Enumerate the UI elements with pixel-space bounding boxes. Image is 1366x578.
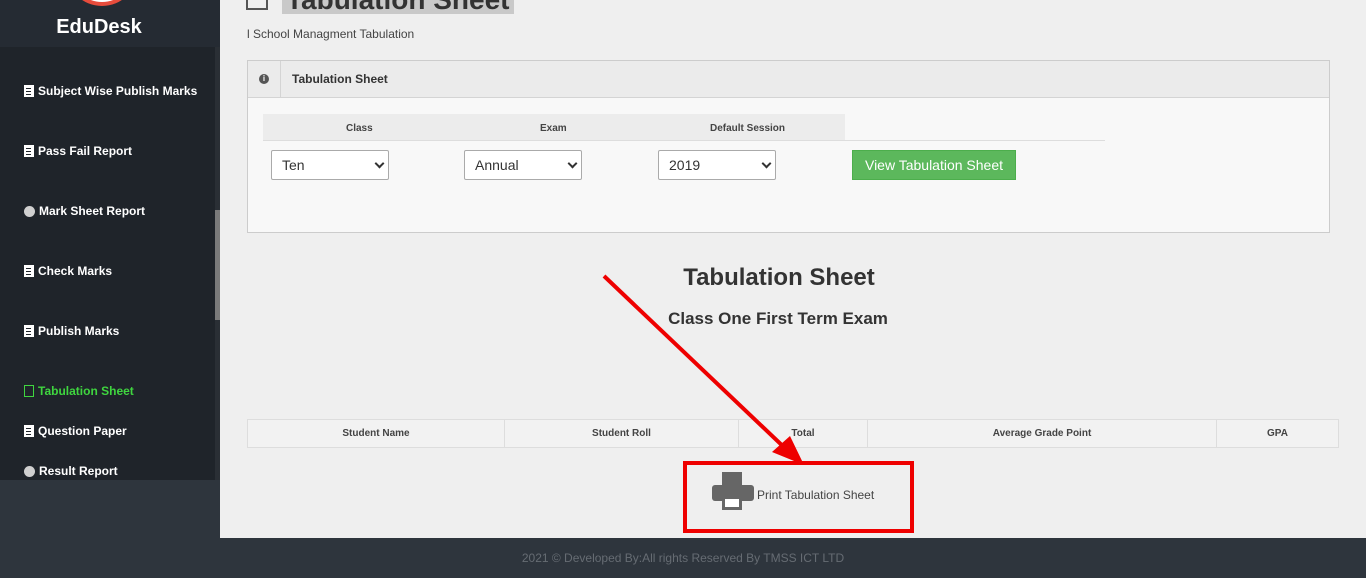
- chevron-down-icon: [374, 158, 385, 169]
- print-label: Print Tabulation Sheet: [757, 488, 875, 502]
- page-title: Tabulation Sheet: [282, 0, 514, 14]
- column-header-gpa: GPA: [1267, 428, 1288, 439]
- session-select[interactable]: 2019: [658, 150, 776, 180]
- brand-header: EduDesk: [0, 0, 220, 47]
- class-select-value: Ten: [282, 157, 305, 173]
- circle-icon: [24, 205, 35, 217]
- file-text-icon: [24, 425, 34, 437]
- chevron-down-icon: [761, 158, 772, 169]
- column-header-student-name: Student Name: [248, 420, 505, 447]
- sidebar-item-label: Question Paper: [38, 424, 127, 438]
- document-icon: [24, 85, 34, 97]
- class-label: Class: [346, 123, 373, 134]
- print-tabulation-sheet-button[interactable]: Print Tabulation Sheet: [712, 472, 874, 510]
- printer-icon: [712, 472, 754, 510]
- exam-select-value: Annual: [475, 157, 519, 173]
- panel-header: i Tabulation Sheet: [248, 61, 1329, 98]
- sidebar-item-question-paper[interactable]: Question Paper: [24, 424, 127, 438]
- circle-icon: [24, 465, 35, 477]
- logo: [66, 0, 138, 6]
- brand-name: EduDesk: [56, 16, 142, 38]
- page-title-icon: [246, 0, 268, 10]
- divider: [263, 140, 1105, 141]
- divider: [280, 61, 281, 98]
- sidebar-item-pass-fail-report[interactable]: Pass Fail Report: [24, 144, 132, 158]
- chevron-down-icon: [567, 158, 578, 169]
- sidebar-item-label: Tabulation Sheet: [38, 384, 134, 398]
- class-select[interactable]: Ten: [271, 150, 389, 180]
- column-header-student-roll: Student Roll: [505, 420, 739, 447]
- column-header-total: Total: [739, 420, 868, 447]
- session-select-value: 2019: [669, 157, 701, 173]
- info-icon: i: [259, 74, 269, 84]
- sidebar-item-label: Result Report: [39, 464, 118, 478]
- report-title: Tabulation Sheet: [683, 264, 875, 291]
- view-tabulation-sheet-button[interactable]: View Tabulation Sheet: [852, 150, 1016, 180]
- exam-label: Exam: [540, 123, 567, 134]
- sidebar-item-result-report[interactable]: Result Report: [24, 464, 118, 478]
- tabulation-panel: i Tabulation Sheet Class Exam Default Se…: [247, 60, 1330, 233]
- page-subtitle: l School Managment Tabulation: [247, 27, 415, 41]
- session-label: Default Session: [710, 123, 786, 134]
- sidebar-item-tabulation-sheet[interactable]: Tabulation Sheet: [24, 384, 134, 398]
- sidebar-item-label: Pass Fail Report: [38, 144, 133, 158]
- sidebar-item-mark-sheet-report[interactable]: Mark Sheet Report: [24, 204, 145, 218]
- sidebar-item-label: Subject Wise Publish Marks: [38, 84, 198, 98]
- exam-select[interactable]: Annual: [464, 150, 582, 180]
- document-icon: [24, 145, 34, 157]
- panel-title: Tabulation Sheet: [292, 72, 388, 86]
- tabulation-table-header: Student Name Student Roll Total Average …: [247, 419, 1339, 448]
- sidebar-item-subject-wise-publish-marks[interactable]: Subject Wise Publish Marks: [24, 84, 197, 98]
- footer: 2021 © Developed By:All rights Reserved …: [220, 538, 1366, 578]
- column-header-average-grade-point: Average Grade Point: [868, 420, 1217, 447]
- file-outline-icon: [24, 385, 34, 397]
- sidebar-item-label: Mark Sheet Report: [39, 204, 146, 218]
- footer-text: 2021 © Developed By:All rights Reserved …: [521, 551, 845, 565]
- report-subtitle: Class One First Term Exam: [668, 309, 888, 328]
- sidebar-footer: [0, 480, 220, 578]
